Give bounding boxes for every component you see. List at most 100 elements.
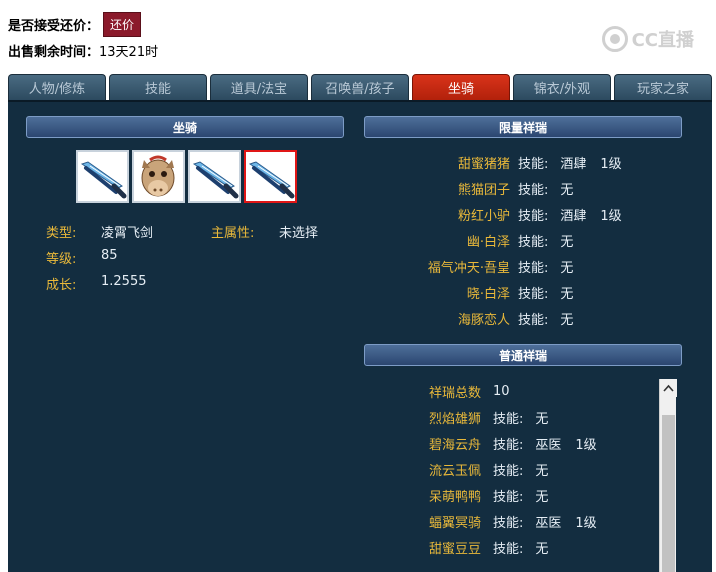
skill-value: 巫医 xyxy=(535,437,562,453)
main-attr-value: 未选择 xyxy=(279,226,319,241)
skill-level: 1级 xyxy=(575,437,597,453)
scroll-up-button[interactable] xyxy=(660,379,677,397)
tab-mounts[interactable]: 坐骑 xyxy=(412,74,510,100)
list-item: 呆萌鸭鸭 技能: 无 xyxy=(398,482,597,508)
total-value: 10 xyxy=(493,383,510,399)
skill-value: 无 xyxy=(560,234,574,250)
list-item: 粉红小驴 技能: 酒肆 1级 xyxy=(388,201,622,227)
lucky-name: 甜蜜猪猪 xyxy=(457,156,510,172)
flying-sword-icon xyxy=(248,161,295,199)
lucky-name: 晓·白泽 xyxy=(466,286,510,302)
tab-skills[interactable]: 技能 xyxy=(109,74,207,100)
list-item: 流云玉佩 技能: 无 xyxy=(398,456,597,482)
accept-bargain-label: 是否接受还价： xyxy=(8,19,100,34)
growth-value: 1.2555 xyxy=(101,274,147,289)
horse-icon xyxy=(141,155,175,197)
watermark: CC直播 xyxy=(601,26,694,52)
skill-value: 巫医 xyxy=(535,515,562,531)
list-item: 甜蜜豆豆 技能: 无 xyxy=(398,534,597,560)
type-value: 凌霄飞剑 xyxy=(101,226,154,241)
lucky-name: 甜蜜豆豆 xyxy=(428,541,481,557)
skill-value: 无 xyxy=(535,489,549,505)
lucky-name: 烈焰雄狮 xyxy=(428,411,481,427)
accept-bargain-row: 是否接受还价： 还价 xyxy=(8,12,142,37)
list-item: 熊猫团子 技能: 无 xyxy=(388,175,622,201)
limited-lucky-header: 限量祥瑞 xyxy=(364,116,682,138)
flying-sword-icon xyxy=(80,161,127,199)
lucky-name: 粉红小驴 xyxy=(457,208,510,224)
mount-icon-list xyxy=(76,150,297,203)
list-item: 晓·白泽 技能: 无 xyxy=(388,279,622,305)
mount-slot[interactable] xyxy=(132,150,185,203)
watermark-logo-icon xyxy=(601,26,628,52)
flying-sword-icon xyxy=(192,161,239,199)
skill-value: 酒肆 xyxy=(560,156,587,172)
mount-level-row: 等级: 85 xyxy=(46,248,118,267)
skill-label: 技能: xyxy=(493,437,524,453)
remaining-time-row: 出售剩余时间： 13天21时 xyxy=(8,41,158,60)
list-item: 福气冲天·吾皇 技能: 无 xyxy=(388,253,622,279)
list-item: 烈焰雄狮 技能: 无 xyxy=(398,404,597,430)
skill-label: 技能: xyxy=(493,489,524,505)
list-item: 海豚恋人 技能: 无 xyxy=(388,305,622,331)
growth-label: 成长: xyxy=(46,278,77,293)
skill-value: 无 xyxy=(535,463,549,479)
tab-bar: 人物/修炼 技能 道具/法宝 召唤兽/孩子 坐骑 锦衣/外观 玩家之家 xyxy=(8,74,716,100)
mount-slot-selected[interactable] xyxy=(244,150,297,203)
mount-slot[interactable] xyxy=(76,150,129,203)
lucky-name: 流云玉佩 xyxy=(428,463,481,479)
mount-slot[interactable] xyxy=(188,150,241,203)
lucky-name: 熊猫团子 xyxy=(457,182,510,198)
skill-value: 无 xyxy=(560,182,574,198)
level-value: 85 xyxy=(101,248,118,263)
skill-label: 技能: xyxy=(493,541,524,557)
type-label: 类型: xyxy=(46,226,77,241)
normal-lucky-header: 普通祥瑞 xyxy=(364,344,682,366)
normal-lucky-scrollbar[interactable] xyxy=(659,379,677,572)
skill-label: 技能: xyxy=(518,260,549,276)
list-item: 蝠翼冥骑 技能: 巫医 1级 xyxy=(398,508,597,534)
bargain-button[interactable]: 还价 xyxy=(103,12,142,37)
skill-label: 技能: xyxy=(518,156,549,172)
normal-lucky-list: 祥瑞总数 10 烈焰雄狮 技能: 无 碧海云舟 技能: 巫医 1级 流云玉佩 技… xyxy=(398,378,597,560)
total-label: 祥瑞总数 xyxy=(428,385,481,401)
skill-label: 技能: xyxy=(518,286,549,302)
lucky-name: 幽·白泽 xyxy=(466,234,510,250)
skill-value: 无 xyxy=(535,541,549,557)
mount-panel: 坐骑 类型: 凌霄飞剑 主属性: 未选择 等级: 85 成长: 1.2555 限… xyxy=(8,100,712,572)
skill-value: 无 xyxy=(535,411,549,427)
level-label: 等级: xyxy=(46,252,77,267)
skill-value: 无 xyxy=(560,312,574,328)
skill-label: 技能: xyxy=(493,463,524,479)
main-attr-label: 主属性: xyxy=(211,226,255,241)
list-item: 甜蜜猪猪 技能: 酒肆 1级 xyxy=(388,149,622,175)
lucky-total-row: 祥瑞总数 10 xyxy=(398,378,597,404)
limited-lucky-list: 甜蜜猪猪 技能: 酒肆 1级 熊猫团子 技能: 无 粉红小驴 技能: 酒肆 1级… xyxy=(388,149,622,331)
tab-outfits[interactable]: 锦衣/外观 xyxy=(513,74,611,100)
skill-label: 技能: xyxy=(493,411,524,427)
skill-value: 无 xyxy=(560,286,574,302)
mount-type-row: 类型: 凌霄飞剑 主属性: 未选择 xyxy=(46,222,318,241)
tab-items[interactable]: 道具/法宝 xyxy=(210,74,308,100)
skill-level: 1级 xyxy=(600,156,622,172)
skill-label: 技能: xyxy=(518,312,549,328)
skill-level: 1级 xyxy=(575,515,597,531)
skill-level: 1级 xyxy=(600,208,622,224)
lucky-name: 海豚恋人 xyxy=(457,312,510,328)
lucky-name: 福气冲天·吾皇 xyxy=(427,260,510,276)
mount-growth-row: 成长: 1.2555 xyxy=(46,274,147,293)
tab-pets[interactable]: 召唤兽/孩子 xyxy=(311,74,409,100)
skill-label: 技能: xyxy=(518,234,549,250)
tab-player-home[interactable]: 玩家之家 xyxy=(614,74,712,100)
skill-label: 技能: xyxy=(493,515,524,531)
skill-value: 酒肆 xyxy=(560,208,587,224)
chevron-up-icon xyxy=(663,384,674,392)
skill-label: 技能: xyxy=(518,182,549,198)
truncated-row xyxy=(8,0,13,6)
lucky-name: 碧海云舟 xyxy=(428,437,481,453)
tab-character[interactable]: 人物/修炼 xyxy=(8,74,106,100)
skill-label: 技能: xyxy=(518,208,549,224)
lucky-name: 蝠翼冥骑 xyxy=(428,515,481,531)
remaining-time-label: 出售剩余时间： xyxy=(8,45,100,60)
scroll-thumb[interactable] xyxy=(662,415,675,572)
